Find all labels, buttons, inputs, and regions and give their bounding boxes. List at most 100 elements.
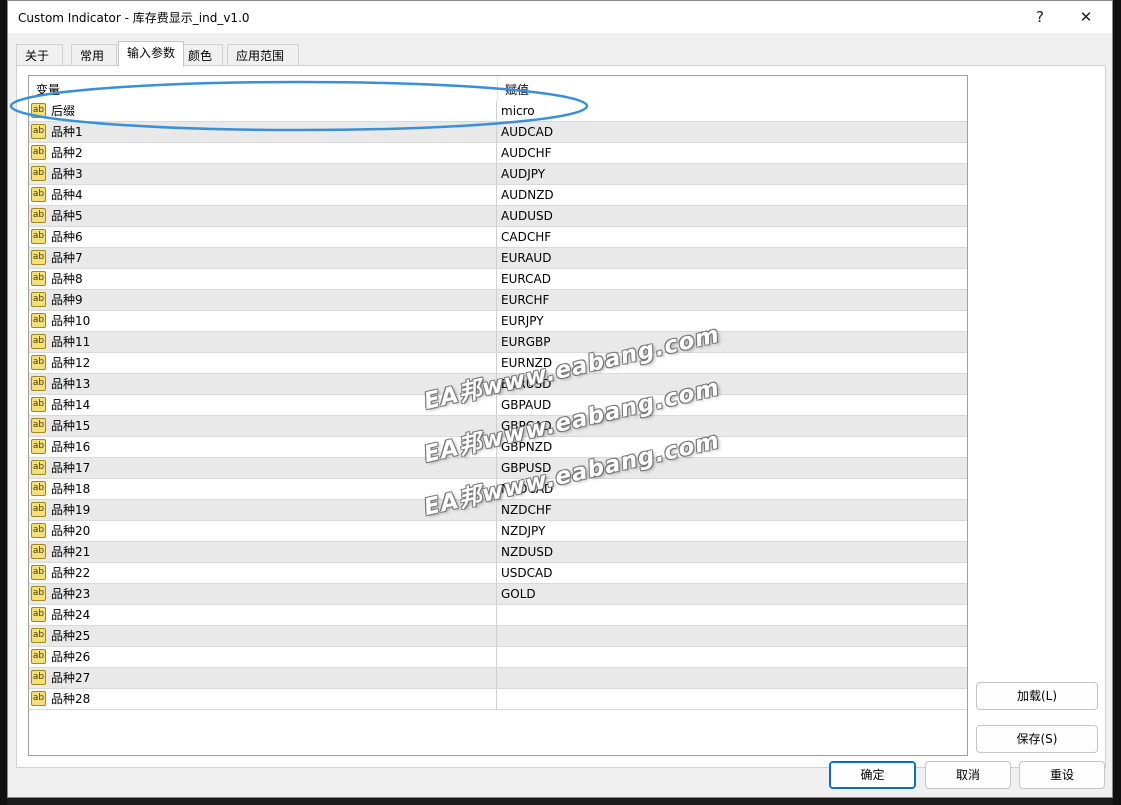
variable-cell[interactable]: ab 品种20 xyxy=(29,521,497,541)
variable-cell[interactable]: ab 品种24 xyxy=(29,605,497,625)
variable-name: 品种21 xyxy=(51,545,91,559)
tab-about[interactable]: 关于 xyxy=(16,44,63,66)
table-row[interactable]: ab 品种4 AUDNZD xyxy=(29,185,967,206)
value-cell[interactable]: GOLD xyxy=(501,584,536,604)
table-row[interactable]: ab 品种27 xyxy=(29,668,967,689)
table-row[interactable]: ab 品种1 AUDCAD xyxy=(29,122,967,143)
variable-name: 品种27 xyxy=(51,671,91,685)
string-type-icon: ab xyxy=(31,544,46,559)
variable-cell[interactable]: ab 品种27 xyxy=(29,668,497,688)
variable-cell[interactable]: ab 品种28 xyxy=(29,689,497,709)
value-cell[interactable]: AUDCHF xyxy=(501,143,552,163)
grid-rows: ab 后缀 micro ab 品种1 AUDCAD ab 品种2 AUDCHF ab 品种3 AUDJ… xyxy=(29,101,967,710)
string-type-icon: ab xyxy=(31,628,46,643)
table-row[interactable]: ab 品种9 EURCHF xyxy=(29,290,967,311)
variable-cell[interactable]: ab 品种9 xyxy=(29,290,497,310)
variable-cell[interactable]: ab 后缀 xyxy=(29,101,497,121)
value-cell[interactable]: EURGBP xyxy=(501,332,550,352)
variable-cell[interactable]: ab 品种6 xyxy=(29,227,497,247)
table-row[interactable]: ab 品种11 EURGBP xyxy=(29,332,967,353)
close-button[interactable]: ✕ xyxy=(1064,1,1108,33)
table-row[interactable]: ab 品种20 NZDJPY xyxy=(29,521,967,542)
variable-cell[interactable]: ab 品种25 xyxy=(29,626,497,646)
variable-cell[interactable]: ab 品种1 xyxy=(29,122,497,142)
variable-cell[interactable]: ab 品种3 xyxy=(29,164,497,184)
table-row[interactable]: ab 品种2 AUDCHF xyxy=(29,143,967,164)
value-cell[interactable]: CADCHF xyxy=(501,227,551,247)
tab-colors[interactable]: 颜色 xyxy=(179,44,223,66)
variable-name: 品种11 xyxy=(51,335,91,349)
variable-cell[interactable]: ab 品种4 xyxy=(29,185,497,205)
value-cell[interactable]: AUDNZD xyxy=(501,185,554,205)
value-cell[interactable]: AUDCAD xyxy=(501,122,553,142)
table-row[interactable]: ab 品种25 xyxy=(29,626,967,647)
string-type-icon: ab xyxy=(31,502,46,517)
value-cell[interactable]: EURJPY xyxy=(501,311,544,331)
variable-cell[interactable]: ab 品种5 xyxy=(29,206,497,226)
tab-common[interactable]: 常用 xyxy=(71,44,117,66)
value-cell[interactable]: NZDCHF xyxy=(501,500,552,520)
string-type-icon: ab xyxy=(31,439,46,454)
ok-button[interactable]: 确定 xyxy=(829,761,916,789)
variable-name: 品种16 xyxy=(51,440,91,454)
header-value[interactable]: 赋值 xyxy=(498,76,967,102)
value-cell[interactable]: micro xyxy=(501,101,535,121)
variable-cell[interactable]: ab 品种15 xyxy=(29,416,497,436)
load-button[interactable]: 加载(L) xyxy=(976,682,1098,710)
string-type-icon: ab xyxy=(31,103,46,118)
variable-cell[interactable]: ab 品种10 xyxy=(29,311,497,331)
variable-cell[interactable]: ab 品种11 xyxy=(29,332,497,352)
table-row[interactable]: ab 品种5 AUDUSD xyxy=(29,206,967,227)
value-cell[interactable]: EURAUD xyxy=(501,248,551,268)
string-type-icon: ab xyxy=(31,208,46,223)
variable-name: 品种25 xyxy=(51,629,91,643)
reset-button[interactable]: 重设 xyxy=(1019,761,1105,789)
variable-name: 品种28 xyxy=(51,692,91,706)
variable-cell[interactable]: ab 品种7 xyxy=(29,248,497,268)
title-bar: Custom Indicator - 库存费显示_ind_v1.0 ? ✕ xyxy=(8,1,1112,33)
table-row[interactable]: ab 品种22 USDCAD xyxy=(29,563,967,584)
table-row[interactable]: ab 品种6 CADCHF xyxy=(29,227,967,248)
value-cell[interactable]: NZDUSD xyxy=(501,542,553,562)
variable-cell[interactable]: ab 品种26 xyxy=(29,647,497,667)
variable-cell[interactable]: ab 品种22 xyxy=(29,563,497,583)
window-title: Custom Indicator - 库存费显示_ind_v1.0 xyxy=(18,11,250,25)
table-row[interactable]: ab 品种7 EURAUD xyxy=(29,248,967,269)
grid-header: 变量 赋值 xyxy=(29,76,967,102)
value-cell[interactable]: EURCAD xyxy=(501,269,551,289)
string-type-icon: ab xyxy=(31,250,46,265)
table-row[interactable]: ab 品种10 EURJPY xyxy=(29,311,967,332)
string-type-icon: ab xyxy=(31,649,46,664)
variable-cell[interactable]: ab 品种12 xyxy=(29,353,497,373)
variable-cell[interactable]: ab 品种23 xyxy=(29,584,497,604)
variable-name: 品种17 xyxy=(51,461,91,475)
tab-scope[interactable]: 应用范围 xyxy=(227,44,299,66)
variable-cell[interactable]: ab 品种8 xyxy=(29,269,497,289)
table-row[interactable]: ab 品种21 NZDUSD xyxy=(29,542,967,563)
table-row[interactable]: ab 品种8 EURCAD xyxy=(29,269,967,290)
help-button[interactable]: ? xyxy=(1018,1,1062,33)
table-row[interactable]: ab 品种26 xyxy=(29,647,967,668)
string-type-icon: ab xyxy=(31,691,46,706)
variable-cell[interactable]: ab 品种2 xyxy=(29,143,497,163)
variable-cell[interactable]: ab 品种21 xyxy=(29,542,497,562)
header-variable[interactable]: 变量 xyxy=(29,76,498,102)
value-cell[interactable]: USDCAD xyxy=(501,563,552,583)
save-button[interactable]: 保存(S) xyxy=(976,725,1098,753)
table-row[interactable]: ab 品种23 GOLD xyxy=(29,584,967,605)
value-cell[interactable]: AUDUSD xyxy=(501,206,553,226)
value-cell[interactable]: EURCHF xyxy=(501,290,549,310)
background-chart-left xyxy=(0,0,7,805)
string-type-icon: ab xyxy=(31,334,46,349)
value-cell[interactable]: NZDJPY xyxy=(501,521,545,541)
table-row[interactable]: ab 品种28 xyxy=(29,689,967,710)
value-cell[interactable]: AUDJPY xyxy=(501,164,545,184)
cancel-button[interactable]: 取消 xyxy=(925,761,1011,789)
table-row[interactable]: ab 后缀 micro xyxy=(29,101,967,122)
string-type-icon: ab xyxy=(31,145,46,160)
variable-name: 品种6 xyxy=(51,230,83,244)
table-row[interactable]: ab 品种24 xyxy=(29,605,967,626)
tab-inputs[interactable]: 输入参数 xyxy=(118,41,184,67)
background-chart-right xyxy=(1113,0,1121,805)
table-row[interactable]: ab 品种3 AUDJPY xyxy=(29,164,967,185)
